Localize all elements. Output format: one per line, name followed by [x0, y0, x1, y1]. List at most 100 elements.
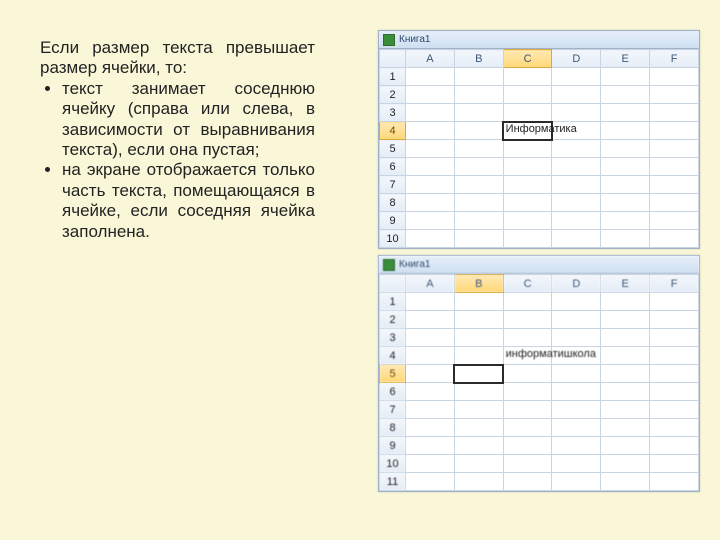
cell[interactable]: информатишкола — [503, 347, 552, 365]
cell[interactable] — [650, 68, 699, 86]
cell[interactable] — [406, 455, 455, 473]
cell[interactable] — [601, 122, 650, 140]
cell[interactable] — [552, 212, 601, 230]
cell[interactable] — [601, 194, 650, 212]
cell[interactable] — [650, 365, 699, 383]
select-all-corner[interactable] — [380, 275, 406, 293]
row-header[interactable]: 1 — [380, 68, 406, 86]
row-header[interactable]: 5 — [380, 140, 406, 158]
cell[interactable] — [503, 212, 552, 230]
cell[interactable] — [454, 158, 503, 176]
cell[interactable] — [552, 194, 601, 212]
row-header[interactable]: 8 — [380, 194, 406, 212]
cell[interactable] — [503, 230, 552, 248]
row-header[interactable]: 10 — [380, 230, 406, 248]
cell[interactable] — [650, 86, 699, 104]
cell[interactable] — [552, 68, 601, 86]
select-all-corner[interactable] — [380, 50, 406, 68]
column-header[interactable]: D — [552, 50, 601, 68]
cell[interactable] — [503, 68, 552, 86]
cell[interactable] — [406, 383, 455, 401]
cell[interactable] — [601, 158, 650, 176]
cell[interactable] — [650, 347, 699, 365]
cell[interactable] — [650, 212, 699, 230]
row-header[interactable]: 5 — [380, 365, 406, 383]
cell[interactable] — [406, 194, 455, 212]
cell[interactable] — [503, 293, 552, 311]
cell[interactable] — [552, 383, 601, 401]
cell[interactable] — [650, 230, 699, 248]
cell[interactable] — [406, 158, 455, 176]
row-header[interactable]: 4 — [380, 122, 406, 140]
row-header[interactable]: 11 — [380, 473, 406, 491]
cell[interactable] — [552, 230, 601, 248]
cell[interactable] — [601, 419, 650, 437]
cell[interactable] — [601, 455, 650, 473]
cell[interactable] — [454, 176, 503, 194]
cell[interactable] — [552, 455, 601, 473]
cell[interactable] — [503, 419, 552, 437]
cell[interactable] — [601, 230, 650, 248]
row-header[interactable]: 3 — [380, 329, 406, 347]
cell[interactable] — [503, 158, 552, 176]
cell[interactable] — [454, 365, 503, 383]
cell[interactable] — [552, 419, 601, 437]
cell[interactable] — [406, 473, 455, 491]
cell[interactable] — [454, 437, 503, 455]
cell[interactable] — [650, 140, 699, 158]
cell[interactable] — [406, 230, 455, 248]
cell[interactable] — [454, 293, 503, 311]
row-header[interactable]: 4 — [380, 347, 406, 365]
cell[interactable] — [503, 329, 552, 347]
cell[interactable] — [406, 122, 455, 140]
column-header[interactable]: A — [406, 50, 455, 68]
row-header[interactable]: 2 — [380, 311, 406, 329]
cell[interactable] — [601, 401, 650, 419]
cell[interactable] — [503, 437, 552, 455]
cell[interactable] — [406, 176, 455, 194]
cell[interactable] — [454, 68, 503, 86]
cell[interactable] — [503, 176, 552, 194]
cell[interactable]: Информатика — [503, 122, 552, 140]
cell[interactable] — [454, 347, 503, 365]
row-header[interactable]: 9 — [380, 437, 406, 455]
cell[interactable] — [601, 347, 650, 365]
row-header[interactable]: 1 — [380, 293, 406, 311]
cell[interactable] — [454, 194, 503, 212]
cell[interactable] — [454, 455, 503, 473]
row-header[interactable]: 7 — [380, 401, 406, 419]
cell[interactable] — [454, 230, 503, 248]
cell[interactable] — [406, 86, 455, 104]
cell[interactable] — [503, 365, 552, 383]
cell[interactable] — [601, 104, 650, 122]
column-header[interactable]: E — [601, 50, 650, 68]
cell[interactable] — [552, 293, 601, 311]
row-header[interactable]: 10 — [380, 455, 406, 473]
cell[interactable] — [503, 104, 552, 122]
cell[interactable] — [650, 383, 699, 401]
cell[interactable] — [650, 455, 699, 473]
cell[interactable] — [650, 401, 699, 419]
cell[interactable] — [650, 158, 699, 176]
column-header[interactable]: C — [503, 275, 552, 293]
cell[interactable] — [552, 86, 601, 104]
column-header[interactable]: F — [650, 275, 699, 293]
cell[interactable] — [601, 383, 650, 401]
cell[interactable] — [650, 104, 699, 122]
cell[interactable] — [406, 401, 455, 419]
cell[interactable] — [406, 212, 455, 230]
cell[interactable] — [454, 419, 503, 437]
cell[interactable] — [552, 329, 601, 347]
cell[interactable] — [503, 140, 552, 158]
cell[interactable] — [454, 329, 503, 347]
cell[interactable] — [552, 140, 601, 158]
cell[interactable] — [406, 104, 455, 122]
cell[interactable] — [454, 122, 503, 140]
cell[interactable] — [650, 329, 699, 347]
row-header[interactable]: 2 — [380, 86, 406, 104]
cell[interactable] — [601, 437, 650, 455]
cell[interactable] — [406, 68, 455, 86]
cell[interactable] — [601, 311, 650, 329]
cell[interactable] — [406, 419, 455, 437]
cell[interactable] — [503, 473, 552, 491]
